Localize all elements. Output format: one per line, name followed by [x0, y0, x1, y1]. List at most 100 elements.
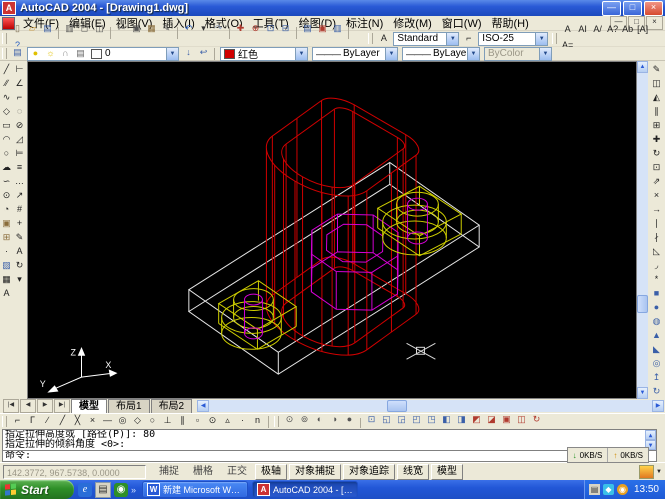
solid-box-icon[interactable]: ■: [650, 287, 663, 300]
shade-gouraud-icon[interactable]: ●: [343, 413, 356, 426]
publish-icon[interactable]: ◫: [93, 22, 106, 35]
3d-orbit-icon[interactable]: ↻: [530, 413, 543, 426]
pan-realtime-icon[interactable]: ✚: [234, 22, 247, 35]
toolbar-grip[interactable]: [368, 33, 373, 44]
scale-icon[interactable]: ⊡: [650, 161, 663, 174]
baseline-dimension-icon[interactable]: ≡: [13, 161, 26, 174]
shade-3d-wireframe-icon[interactable]: ⊚: [298, 413, 311, 426]
stretch-icon[interactable]: ⇗: [650, 175, 663, 188]
internet-explorer-icon[interactable]: e: [78, 483, 92, 497]
task-word[interactable]: W 新建 Microsoft Word ...: [142, 481, 248, 498]
quick-leader-icon[interactable]: ↗: [13, 189, 26, 202]
layer-properties-manager-icon[interactable]: ▤: [11, 46, 24, 59]
match-properties-icon[interactable]: ✎: [160, 22, 173, 35]
toolbar-grip[interactable]: [2, 33, 7, 44]
view-back-icon[interactable]: ◨: [455, 413, 468, 426]
rectangle-icon[interactable]: ▭: [0, 119, 13, 132]
tolerance-icon[interactable]: #: [13, 203, 26, 216]
cut-icon[interactable]: ✂: [115, 22, 128, 35]
layer-previous-icon[interactable]: ↩: [197, 46, 210, 59]
plot-preview-icon[interactable]: ◻: [78, 22, 91, 35]
solid-torus-icon[interactable]: ◎: [650, 357, 663, 370]
paste-clip-icon[interactable]: ▦: [145, 22, 158, 35]
horizontal-scrollbar[interactable]: ◀ ▶: [197, 400, 664, 412]
dim-style-icon[interactable]: ⌐: [462, 32, 475, 45]
combo-arrow-icon[interactable]: ▼: [295, 48, 307, 60]
view-sw-isometric-icon[interactable]: ◩: [470, 413, 483, 426]
snap-to-midpoint-icon[interactable]: ╱: [56, 414, 69, 427]
new-file-icon[interactable]: ▯: [11, 22, 24, 35]
horizontal-scroll-thumb[interactable]: [387, 400, 407, 412]
redo-icon[interactable]: ↷: [212, 22, 225, 35]
angular-dimension-icon[interactable]: ◿: [13, 133, 26, 146]
multiline-text-icon[interactable]: A: [561, 23, 574, 36]
dimension-update-icon[interactable]: ↻: [13, 259, 26, 272]
toolbar-grip[interactable]: [552, 33, 557, 44]
menu-help[interactable]: 帮助(H): [487, 15, 534, 31]
combo-arrow-icon[interactable]: ▼: [467, 48, 479, 60]
combo-arrow-icon[interactable]: ▼: [535, 33, 547, 45]
snap-to-extension-icon[interactable]: —: [101, 414, 114, 427]
show-desktop-icon[interactable]: ▤: [95, 482, 111, 498]
snap-toggle[interactable]: 捕捉: [153, 464, 185, 480]
scroll-down-icon[interactable]: ▼: [637, 387, 648, 399]
snap-from-icon[interactable]: Γ: [26, 414, 39, 427]
snap-to-endpoint-icon[interactable]: ∕: [41, 414, 54, 427]
snap-to-node-icon[interactable]: ⊙: [206, 414, 219, 427]
continue-dimension-icon[interactable]: …: [13, 175, 26, 188]
line-icon[interactable]: ╱: [0, 63, 13, 76]
solid-sphere-icon[interactable]: ●: [650, 301, 663, 314]
command-history[interactable]: 指定拉伸高度或 [路径(P)]: 80 指定拉伸的倾斜角度 <0>: ▲ ▼: [2, 429, 657, 451]
ordinate-dimension-icon[interactable]: ⌐: [13, 91, 26, 104]
snap-to-apparent-intersection-icon[interactable]: ×: [86, 414, 99, 427]
dimension-style-icon[interactable]: ▾: [13, 273, 26, 286]
lineweight-toggle[interactable]: 线宽: [397, 464, 429, 480]
snap-to-nearest-icon[interactable]: ▵: [221, 414, 234, 427]
arc-icon[interactable]: ◠: [0, 133, 13, 146]
text-style-icon[interactable]: A: [377, 32, 390, 45]
find-replace-icon[interactable]: A?: [606, 23, 619, 36]
explode-icon[interactable]: *: [650, 273, 663, 286]
polyline-icon[interactable]: ∿: [0, 91, 13, 104]
tool-palettes-icon[interactable]: ▥: [331, 22, 344, 35]
snap-to-quadrant-icon[interactable]: ◇: [131, 414, 144, 427]
circle-icon[interactable]: ○: [0, 147, 13, 160]
minimize-button[interactable]: —: [602, 1, 621, 16]
vertical-scrollbar[interactable]: ▲ ▼: [637, 61, 648, 399]
offset-icon[interactable]: ∥: [650, 105, 663, 118]
make-block-icon[interactable]: ⊞: [0, 231, 13, 244]
view-left-icon[interactable]: ◰: [410, 413, 423, 426]
snap-to-tangent-icon[interactable]: ○: [146, 414, 159, 427]
center-mark-icon[interactable]: +: [13, 217, 26, 230]
quick-dimension-icon[interactable]: ⊨: [13, 147, 26, 160]
linear-dimension-icon[interactable]: ⊢: [13, 63, 26, 76]
text-style-dialog-icon[interactable]: Ab: [621, 23, 634, 36]
color-combo[interactable]: 红色 ▼: [220, 47, 308, 61]
view-se-isometric-icon[interactable]: ◪: [485, 413, 498, 426]
zoom-window-icon[interactable]: ⊡: [264, 22, 277, 35]
vertical-scroll-track[interactable]: [637, 73, 648, 387]
view-bottom-icon[interactable]: ◲: [395, 413, 408, 426]
linetype-combo[interactable]: ——— ByLayer ▼: [312, 47, 398, 61]
break-icon[interactable]: ∤: [650, 231, 663, 244]
text-style-combo[interactable]: Standard ▼: [393, 32, 459, 46]
scroll-left-icon[interactable]: ◀: [197, 400, 209, 412]
tray-icon[interactable]: ◆: [603, 484, 614, 495]
dim-style-combo[interactable]: ISO-25 ▼: [478, 32, 548, 46]
tab-layout2[interactable]: 布局2: [151, 399, 193, 413]
revision-cloud-icon[interactable]: ☁: [0, 161, 13, 174]
polar-toggle[interactable]: 极轴: [255, 464, 287, 480]
trim-icon[interactable]: ×: [650, 189, 663, 202]
osnap-toggle[interactable]: 对象捕捉: [289, 464, 341, 480]
menu-modify[interactable]: 修改(M): [388, 15, 437, 31]
quick-launch-chevron-icon[interactable]: »: [131, 485, 136, 495]
tray-icon[interactable]: ◉: [617, 484, 628, 495]
break-at-point-icon[interactable]: ∣: [650, 217, 663, 230]
temporary-track-point-icon[interactable]: ⌐: [11, 414, 24, 427]
save-file-icon[interactable]: ▤: [41, 22, 54, 35]
tab-model[interactable]: 模型: [71, 399, 107, 413]
diameter-dimension-icon[interactable]: ⊘: [13, 119, 26, 132]
command-prompt[interactable]: 命令:: [2, 451, 657, 462]
scroll-right-icon[interactable]: ▶: [652, 400, 664, 412]
named-views-icon[interactable]: ⊡: [365, 413, 378, 426]
